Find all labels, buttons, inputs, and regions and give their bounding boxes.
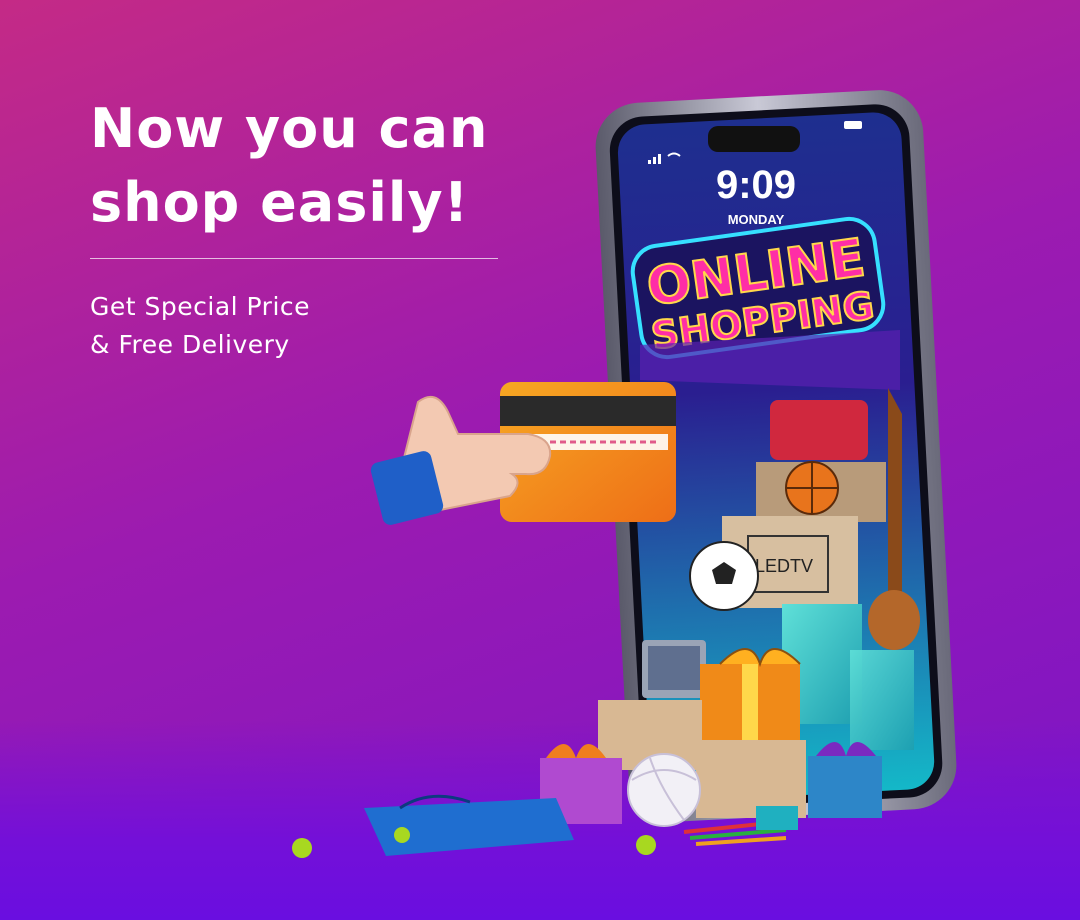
tennis-ball-icon-2: [636, 835, 656, 855]
tennis-ball-icon: [292, 838, 312, 858]
battery-icon: [844, 121, 862, 129]
armchair: [770, 400, 868, 460]
gift-box-blue: [808, 756, 882, 818]
pencil-cup: [756, 806, 798, 830]
shopping-scene: 9:09 MONDAY ONLINE SHOPPING LEDTV: [292, 90, 957, 858]
phone-day: MONDAY: [728, 212, 785, 227]
shopping-bag-blue: [364, 798, 574, 856]
shopping-bag-teal-2: [850, 650, 914, 750]
tennis-ball-icon-3: [394, 827, 410, 843]
led-tv-label: LEDTV: [755, 556, 813, 576]
phone-time: 9:09: [716, 163, 796, 207]
hand-with-card-illustration: [370, 382, 676, 525]
notch: [708, 126, 800, 152]
